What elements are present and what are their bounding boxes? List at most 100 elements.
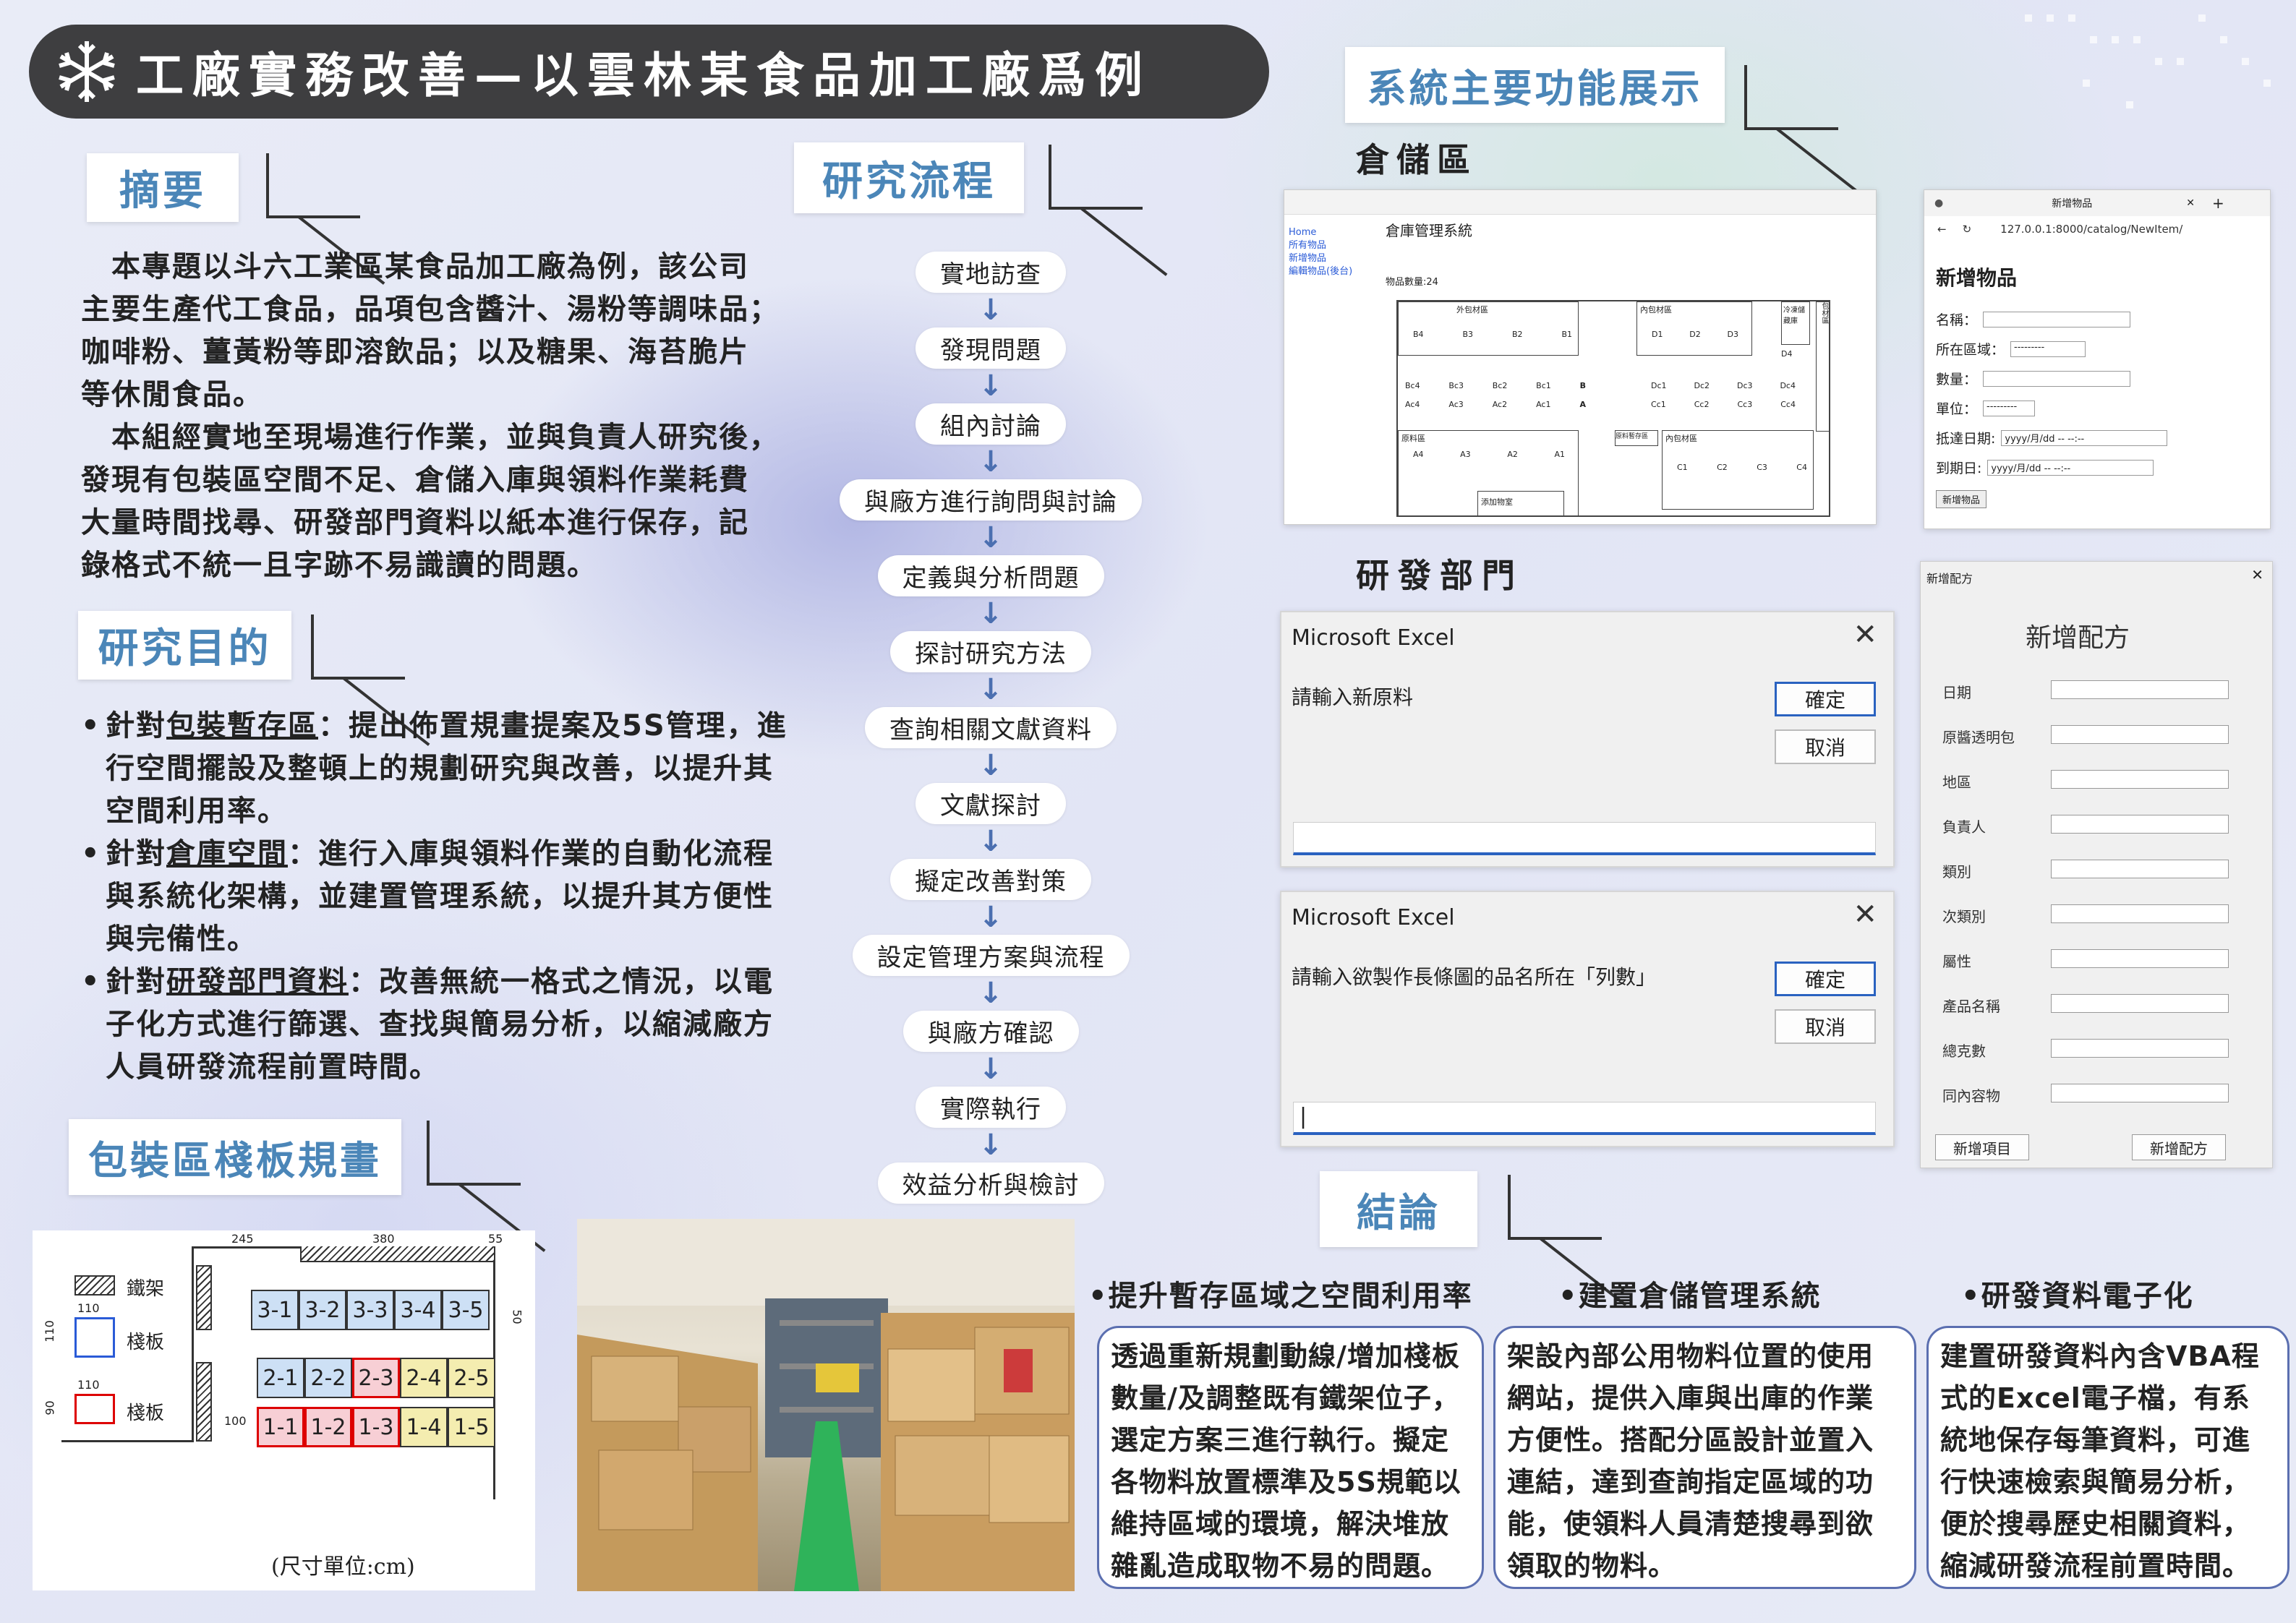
flow-step: 發現問題 (916, 327, 1066, 369)
pallet-slot: 2-3 (352, 1358, 400, 1398)
tab-new-item[interactable]: 新增物品 (2052, 196, 2092, 210)
pallet-slot: 2-5 (448, 1358, 495, 1398)
name-input[interactable] (1983, 311, 2131, 327)
recipe-form-window: 新增配方 ✕ 新增配方 日期 原醬透明包 地區 負責人 類別 次類別 屬性 產品… (1920, 561, 2273, 1168)
section-title-flow: 研究流程 (794, 142, 1024, 213)
additive-room: 添加物室 (1477, 491, 1564, 517)
flow-step: 與廠方進行詢問與討論 (840, 479, 1142, 521)
section-title-abstract: 摘要 (87, 153, 239, 222)
section-hook (1049, 145, 1143, 210)
sauce-pack-input[interactable] (2051, 725, 2229, 744)
nav-all-items-link[interactable]: 所有物品 (1289, 239, 1352, 252)
add-item-button[interactable]: 新增物品 (1936, 490, 1987, 508)
product-name-input[interactable] (2051, 994, 2229, 1013)
purpose-item: • 針對研發部門資料：改善無統一格式之情況，以電 子化方式進行篩選、查找與簡易分析，… (81, 965, 774, 1084)
rd-label: 研發部門 (1356, 556, 1524, 595)
flow-step: 查詢相關文獻資料 (865, 707, 1117, 748)
warehouse-map: 外包材區 B4 B3 B2 B1 內包材區 D1 D2 D3 冷凍儲藏庫 D4 包材區 B… (1396, 300, 1830, 517)
section-title-features: 系統主要功能展示 (1345, 47, 1725, 123)
unit-note: (尺寸單位:cm) (271, 1554, 415, 1580)
dialog-message: 請輸入新原料 (1292, 685, 1414, 709)
rack (196, 1362, 212, 1442)
add-recipe-button[interactable]: 新增配方 (2132, 1134, 2226, 1160)
user-icon[interactable]: ● (1934, 197, 1943, 209)
conclusion-card: 透過重新規劃動線/增加棧板 數量/及調整既有鐵架位子， 選定方案三進行執行。擬定 各物… (1097, 1326, 1484, 1589)
dialog-title: Microsoft Excel (1292, 905, 1455, 930)
window-title: 新增配方 (1926, 572, 1973, 586)
nav-new-item-link[interactable]: 新增物品 (1289, 252, 1352, 265)
pallet-slot: 1-2 (304, 1407, 352, 1447)
url-text[interactable]: 127.0.0.1:8000/catalog/NewItem/ (2000, 223, 2182, 236)
down-arrow-icon: ↓ (978, 597, 1003, 630)
form-heading: 新增物品 (1936, 266, 2018, 290)
purpose-item: • 針對包裝暫存區：提出佈置規畫提案及5S管理，進 行空間擺設及整頓上的規劃研究與改… (81, 709, 788, 828)
down-arrow-icon: ↓ (978, 445, 1003, 479)
rack-legend-swatch (74, 1275, 115, 1296)
address-bar: ← ↻ 127.0.0.1:8000/catalog/NewItem/ (1924, 216, 2270, 242)
subcategory-input[interactable] (2051, 904, 2229, 923)
same-content-input[interactable] (2051, 1084, 2229, 1102)
date-input[interactable] (2051, 680, 2229, 699)
dialog-message: 請輸入欲製作長條圖的品名所在「列數」 (1292, 965, 1657, 989)
new-item-form-screenshot: ● 新增物品 ✕ + ← ↻ 127.0.0.1:8000/catalog/Ne… (1924, 189, 2271, 529)
row-number-input[interactable]: | (1293, 1102, 1876, 1135)
raw-material-staging: 原料暫存區 (1615, 430, 1658, 446)
pallet-slot: 3-4 (394, 1290, 442, 1330)
cancel-button[interactable]: 取消 (1775, 729, 1876, 764)
owner-input[interactable] (2051, 815, 2229, 834)
attribute-input[interactable] (2051, 949, 2229, 968)
nav-home-link[interactable]: Home (1289, 226, 1352, 239)
pallet-slot: 2-1 (257, 1358, 304, 1398)
ok-button[interactable]: 確定 (1775, 962, 1876, 996)
down-arrow-icon: ↓ (978, 749, 1003, 782)
add-item-button[interactable]: 新增項目 (1935, 1134, 2029, 1160)
excel-dialog-chart-row: Microsoft Excel ✕ 請輸入欲製作長條圖的品名所在「列數」 確定 … (1280, 891, 1895, 1147)
pallet-layout-diagram: 鐵架 110 棧板 110 110 棧板 90 245 380 55 50 10… (33, 1230, 535, 1590)
section-hook (1508, 1175, 1602, 1240)
pallet-legend-label: 棧板 (127, 1332, 165, 1353)
rack-legend-label: 鐵架 (127, 1278, 165, 1300)
browser-tab-bar: ● 新增物品 ✕ + (1924, 190, 2270, 216)
nav-edit-items-link[interactable]: 編輯物品(後台) (1289, 265, 1352, 278)
flow-step: 定義與分析問題 (877, 555, 1104, 596)
close-tab-icon[interactable]: ✕ (2186, 197, 2195, 209)
down-arrow-icon: ↓ (978, 673, 1003, 706)
total-grams-input[interactable] (2051, 1039, 2229, 1058)
pallet-legend-swatch (74, 1317, 115, 1358)
new-material-input[interactable] (1293, 822, 1876, 855)
storage-label: 倉儲區 (1356, 140, 1477, 179)
back-icon[interactable]: ← (1937, 223, 1947, 236)
unit-select[interactable]: --------- (1983, 400, 2036, 416)
close-icon[interactable]: ✕ (1853, 898, 1877, 931)
flowchart: 實地訪查 ↓ 發現問題 ↓ 組內討論 ↓ 與廠方進行詢問與討論 ↓ 定義與分析問題 ↓ 探… (832, 252, 1150, 1204)
flow-step: 實際執行 (916, 1087, 1066, 1128)
flow-step: 探討研究方法 (890, 631, 1091, 672)
flow-step: 組內討論 (916, 403, 1066, 445)
pallet-slot: 3-1 (251, 1290, 299, 1330)
expiry-date-input[interactable]: yyyy/月/dd -- --:-- (1987, 459, 2154, 476)
region-input[interactable] (2051, 770, 2229, 789)
snowflake-logo-icon (59, 41, 115, 102)
close-icon[interactable]: ✕ (1853, 618, 1877, 651)
conclusion-heading: •提升暫存區域之空間利用率 (1088, 1280, 1473, 1313)
inner-packaging-zone-2: 內包材區 C1 C2 C3 C4 (1662, 430, 1814, 510)
item-count: 物品數量:24 (1386, 277, 1438, 288)
down-arrow-icon: ↓ (978, 977, 1003, 1010)
new-tab-icon[interactable]: + (2212, 194, 2224, 212)
close-icon[interactable]: ✕ (2251, 566, 2263, 583)
new-item-form: 名稱： 所在區域： --------- 數量： 單位： --------- 抵達日期… (1936, 309, 2168, 508)
wall-outline-left (192, 1246, 194, 1442)
section-hook (1744, 65, 1838, 130)
flow-step: 設定管理方案與流程 (852, 935, 1130, 976)
quantity-input[interactable] (1983, 370, 2131, 387)
flow-step: 效益分析與檢討 (877, 1162, 1104, 1204)
browser-toolbar (1284, 190, 1876, 215)
photo-illustration (577, 1219, 1075, 1591)
reload-icon[interactable]: ↻ (1963, 223, 1972, 236)
category-input[interactable] (2051, 860, 2229, 878)
cancel-button[interactable]: 取消 (1775, 1009, 1876, 1044)
ok-button[interactable]: 確定 (1775, 682, 1876, 716)
zone-select[interactable]: --------- (2010, 341, 2086, 357)
arrival-date-input[interactable]: yyyy/月/dd -- --:-- (2001, 429, 2168, 446)
down-arrow-icon: ↓ (978, 369, 1003, 403)
